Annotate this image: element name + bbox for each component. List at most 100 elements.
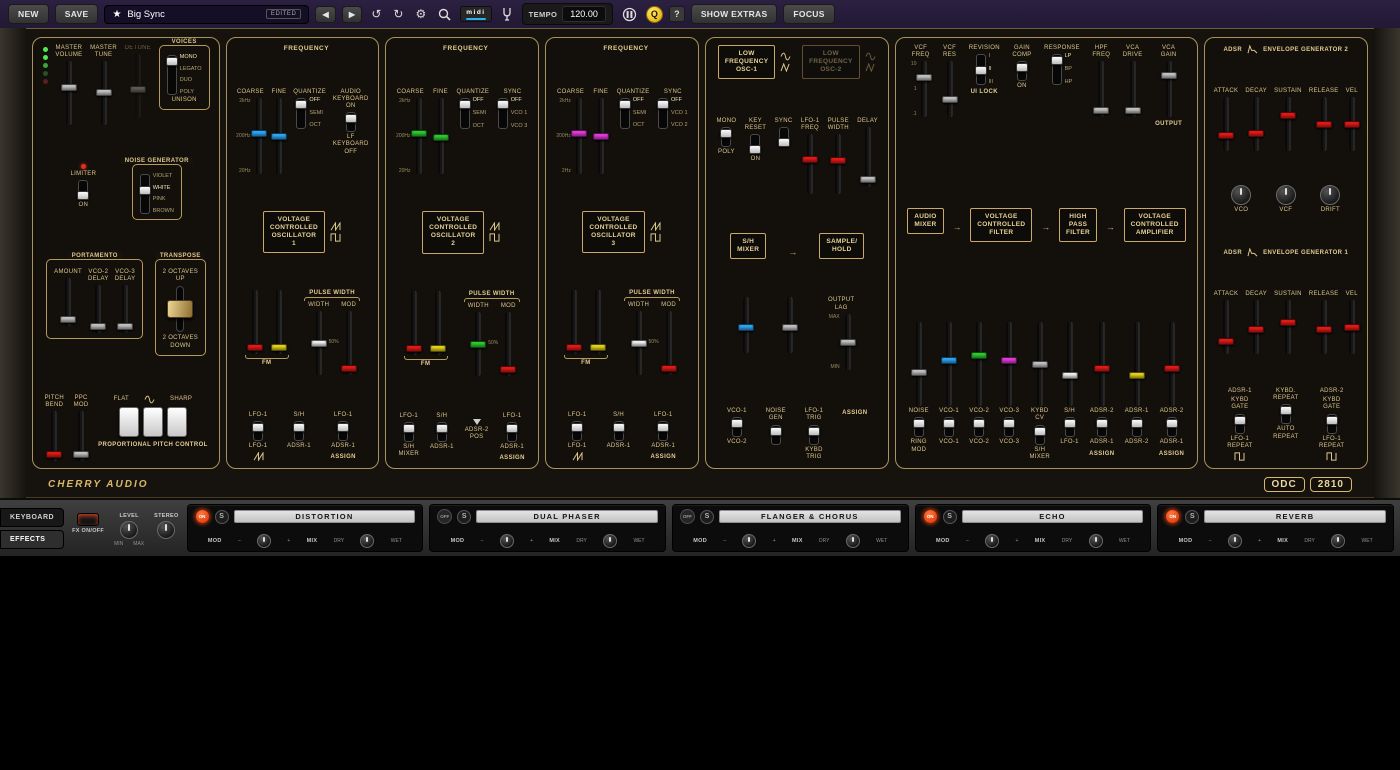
- vco-1-switch[interactable]: [732, 417, 742, 437]
- audio-keyboard-on-switch[interactable]: [346, 112, 356, 132]
- ctl-slider[interactable]: [1096, 322, 1108, 406]
- fx-name[interactable]: ECHO: [962, 510, 1144, 523]
- sustain-slider[interactable]: [1282, 300, 1294, 354]
- switch-nub[interactable]: [1064, 419, 1076, 428]
- fx-name[interactable]: DISTORTION: [234, 510, 416, 523]
- ctl-slider[interactable]: [1131, 322, 1143, 406]
- decay-slider[interactable]: [1250, 97, 1262, 151]
- fx-solo-button[interactable]: S: [457, 510, 471, 524]
- s-h-switch[interactable]: [614, 421, 624, 441]
- lfo-1-freq-slider[interactable]: [804, 134, 816, 194]
- slider-cap[interactable]: [661, 365, 677, 372]
- switch-nub[interactable]: [1016, 63, 1028, 72]
- mod-slider[interactable]: [663, 311, 675, 375]
- gain-comp-switch[interactable]: [1017, 61, 1027, 81]
- slider-cap[interactable]: [90, 323, 106, 330]
- fx-power-button[interactable]: ON: [923, 509, 938, 524]
- ctl-slider[interactable]: [740, 297, 752, 353]
- slider-cap[interactable]: [411, 130, 427, 137]
- master-tune-slider[interactable]: [98, 61, 110, 125]
- slider-cap[interactable]: [251, 130, 267, 137]
- fx-power-button[interactable]: ON: [1165, 509, 1180, 524]
- fx-power-button[interactable]: OFF: [680, 509, 695, 524]
- attack-slider[interactable]: [1220, 97, 1232, 151]
- switch-nub[interactable]: [506, 424, 518, 433]
- redo-icon[interactable]: ↻: [390, 6, 406, 22]
- slider-cap[interactable]: [941, 357, 957, 364]
- slider-cap[interactable]: [46, 451, 62, 458]
- slider-cap[interactable]: [590, 344, 606, 351]
- switch-nub[interactable]: [657, 100, 669, 109]
- delay-slider[interactable]: [862, 127, 874, 187]
- quick-assign-button[interactable]: Q: [646, 6, 663, 23]
- slider-cap[interactable]: [1316, 121, 1332, 128]
- fx-mix-knob[interactable]: [603, 534, 617, 548]
- noise-switch[interactable]: [914, 417, 924, 437]
- width-slider[interactable]: [633, 311, 645, 375]
- ctl-slider[interactable]: [432, 291, 444, 355]
- ctl-slider[interactable]: [1166, 322, 1178, 406]
- mod-slider[interactable]: [343, 311, 355, 375]
- slider-cap[interactable]: [911, 369, 927, 376]
- response-switch[interactable]: [1052, 54, 1062, 85]
- switch-nub[interactable]: [657, 423, 669, 432]
- slider-cap[interactable]: [130, 86, 146, 93]
- slider-cap[interactable]: [247, 344, 263, 351]
- slider-cap[interactable]: [571, 130, 587, 137]
- ctl-slider[interactable]: [249, 290, 261, 354]
- switch-nub[interactable]: [1034, 427, 1046, 436]
- lfo-1-switch[interactable]: [658, 421, 668, 441]
- switch-nub[interactable]: [613, 423, 625, 432]
- ctl-slider[interactable]: [592, 290, 604, 354]
- slider-cap[interactable]: [631, 340, 647, 347]
- fx-name[interactable]: DUAL PHASER: [476, 510, 658, 523]
- adsr-2-switch[interactable]: [1097, 417, 1107, 437]
- toggle-switch[interactable]: [167, 55, 177, 95]
- slider-cap[interactable]: [61, 84, 77, 91]
- vco-2-delay-slider[interactable]: [92, 285, 104, 333]
- vco-1-switch[interactable]: [944, 417, 954, 437]
- slider-cap[interactable]: [1316, 326, 1332, 333]
- slider-cap[interactable]: [1280, 112, 1296, 119]
- switch-nub[interactable]: [1003, 419, 1015, 428]
- fine-slider[interactable]: [273, 98, 285, 174]
- slider-cap[interactable]: [433, 134, 449, 141]
- quantize-switch[interactable]: [620, 98, 630, 129]
- slider-cap[interactable]: [566, 344, 582, 351]
- coarse-slider[interactable]: [573, 98, 585, 174]
- pitch-bend-slider[interactable]: [48, 411, 60, 461]
- attack-slider[interactable]: [1220, 300, 1232, 354]
- sync-switch[interactable]: [658, 98, 668, 129]
- fx-solo-button[interactable]: S: [700, 510, 714, 524]
- adsr-1-switch[interactable]: [1132, 417, 1142, 437]
- slider-cap[interactable]: [860, 176, 876, 183]
- slider-cap[interactable]: [406, 345, 422, 352]
- switch-nub[interactable]: [720, 129, 732, 138]
- slider-cap[interactable]: [1344, 324, 1360, 331]
- release-slider[interactable]: [1318, 97, 1330, 151]
- sustain-slider[interactable]: [1282, 97, 1294, 151]
- ctl-slider[interactable]: [913, 322, 925, 406]
- ctl-slider[interactable]: [408, 291, 420, 355]
- ctl-slider[interactable]: [1064, 322, 1076, 406]
- vco-3-switch[interactable]: [1004, 417, 1014, 437]
- slider-cap[interactable]: [971, 352, 987, 359]
- slider-cap[interactable]: [500, 366, 516, 373]
- fine-slider[interactable]: [595, 98, 607, 174]
- tab-keyboard[interactable]: KEYBOARD: [0, 508, 64, 527]
- adsr-2-switch[interactable]: [1327, 414, 1337, 434]
- limiter-switch[interactable]: [78, 180, 88, 200]
- vca-gain-slider[interactable]: [1163, 61, 1175, 117]
- s-h-switch[interactable]: [437, 422, 447, 442]
- fx-solo-button[interactable]: S: [215, 510, 229, 524]
- noise-gen-switch[interactable]: [771, 425, 781, 445]
- slider-cap[interactable]: [1161, 72, 1177, 79]
- ctl-slider[interactable]: [1003, 322, 1015, 406]
- slider-cap[interactable]: [1125, 107, 1141, 114]
- switch-nub[interactable]: [778, 138, 790, 147]
- switch-nub[interactable]: [1280, 406, 1292, 415]
- fx-power-button[interactable]: OFF: [437, 509, 452, 524]
- vcf-knob[interactable]: [1276, 185, 1296, 205]
- switch-nub[interactable]: [1096, 419, 1108, 428]
- slider-cap[interactable]: [1248, 130, 1264, 137]
